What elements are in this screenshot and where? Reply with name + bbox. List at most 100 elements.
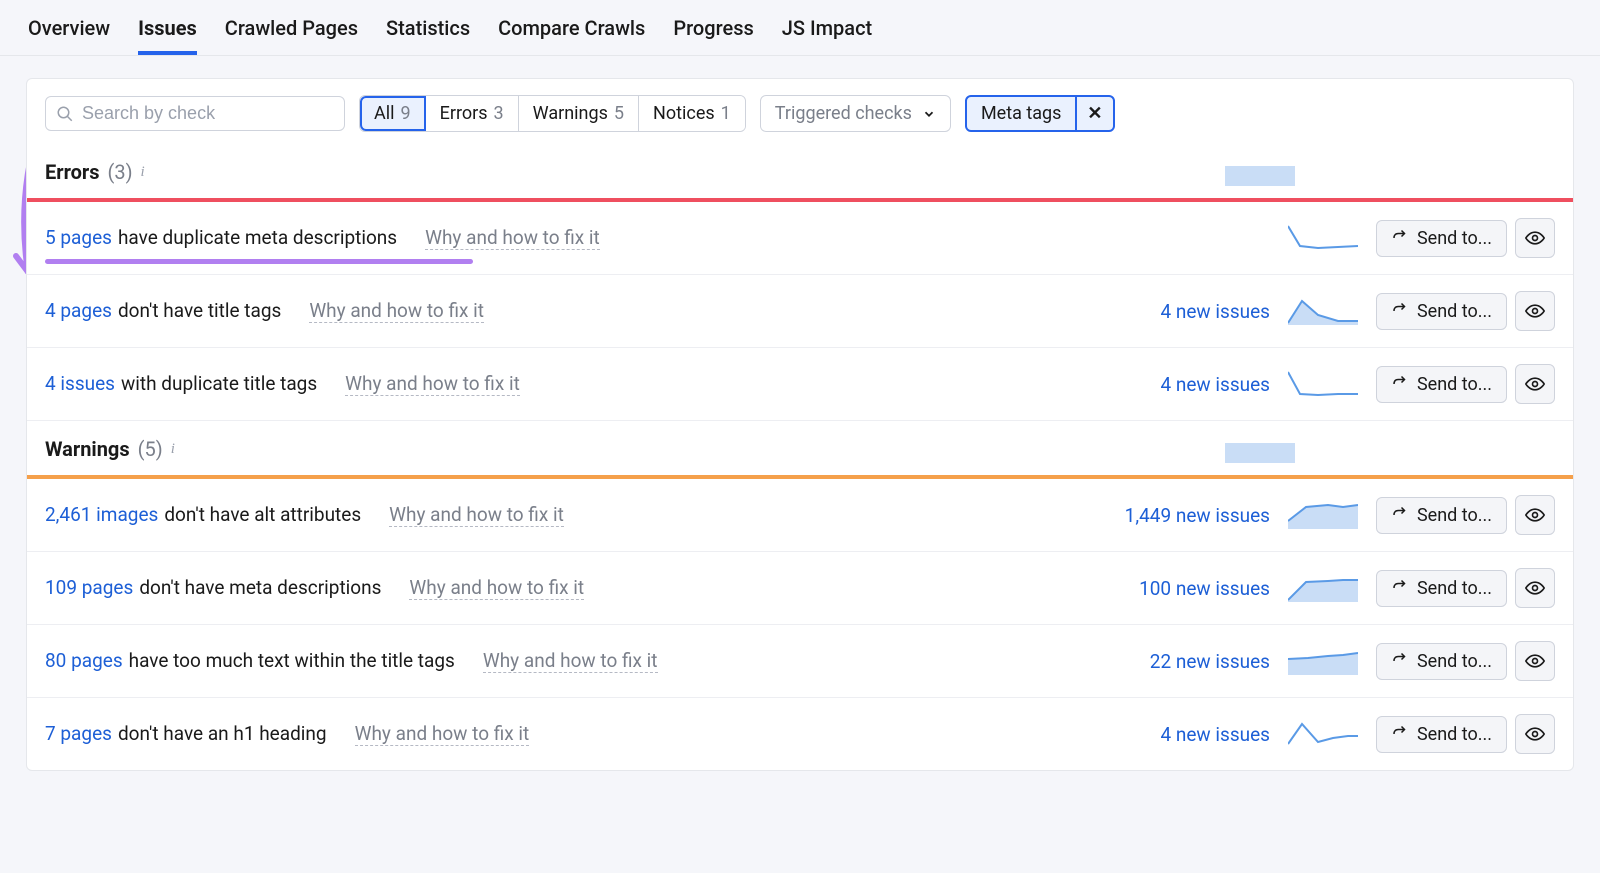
filter-all-label: All (374, 103, 395, 124)
new-issues-link[interactable]: 4 new issues (1160, 300, 1270, 323)
send-to-button[interactable]: Send to... (1376, 570, 1507, 607)
row-actions: Send to... (1376, 364, 1555, 404)
view-button[interactable] (1515, 218, 1555, 258)
fix-link[interactable]: Why and how to fix it (355, 722, 530, 746)
new-issues-link[interactable]: 100 new issues (1139, 577, 1270, 600)
send-to-button[interactable]: Send to... (1376, 293, 1507, 330)
issue-text: 80 pages have too much text within the t… (45, 649, 658, 673)
tab-compare-crawls[interactable]: Compare Crawls (498, 2, 645, 54)
row-actions: Send to... (1376, 568, 1555, 608)
issue-text: 4 issues with duplicate title tags Why a… (45, 372, 520, 396)
filter-warnings-label: Warnings (533, 103, 608, 124)
fix-link[interactable]: Why and how to fix it (425, 226, 600, 250)
send-to-label: Send to... (1417, 651, 1492, 672)
issue-row: 109 pages don't have meta descriptions W… (27, 552, 1573, 625)
tab-progress[interactable]: Progress (673, 2, 753, 54)
issue-text: 5 pages have duplicate meta descriptions… (45, 226, 600, 250)
tab-crawled-pages[interactable]: Crawled Pages (225, 2, 358, 54)
issue-text: 109 pages don't have meta descriptions W… (45, 576, 584, 600)
new-issues-link[interactable]: 1,449 new issues (1125, 504, 1270, 527)
send-to-button[interactable]: Send to... (1376, 716, 1507, 753)
filter-chip-meta-tags: Meta tags ✕ (965, 95, 1115, 132)
filter-errors[interactable]: Errors 3 (426, 96, 519, 131)
filter-warnings-count: 5 (614, 103, 624, 124)
issue-description: don't have an h1 heading (118, 722, 327, 745)
search-box[interactable] (45, 96, 345, 131)
issue-link[interactable]: 80 pages (45, 649, 123, 672)
issue-description: don't have alt attributes (164, 503, 361, 526)
send-to-button[interactable]: Send to... (1376, 497, 1507, 534)
warnings-section-header: Warnings (5) i (27, 421, 1573, 475)
issue-link[interactable]: 2,461 images (45, 503, 158, 526)
view-button[interactable] (1515, 714, 1555, 754)
info-icon[interactable]: i (141, 164, 145, 181)
filter-notices[interactable]: Notices 1 (639, 96, 745, 131)
send-to-label: Send to... (1417, 724, 1492, 745)
issue-link[interactable]: 4 pages (45, 299, 112, 322)
view-button[interactable] (1515, 495, 1555, 535)
row-actions: Send to... (1376, 291, 1555, 331)
send-to-button[interactable]: Send to... (1376, 643, 1507, 680)
filter-chip-label: Meta tags (967, 97, 1075, 130)
eye-icon (1525, 301, 1545, 321)
sparkline (1288, 501, 1358, 529)
send-icon (1391, 375, 1409, 393)
issue-row: 7 pages don't have an h1 heading Why and… (27, 698, 1573, 770)
errors-section-header: Errors (3) i (27, 144, 1573, 198)
severity-filter: All 9 Errors 3 Warnings 5 Notices 1 (359, 95, 746, 132)
sparkline (1288, 720, 1358, 748)
filter-all[interactable]: All 9 (360, 96, 426, 131)
send-icon (1391, 302, 1409, 320)
send-to-label: Send to... (1417, 578, 1492, 599)
issues-panel: All 9 Errors 3 Warnings 5 Notices 1 Trig… (26, 78, 1574, 771)
triggered-checks-dropdown[interactable]: Triggered checks (760, 95, 951, 132)
filter-all-count: 9 (401, 103, 411, 124)
issue-row: 80 pages have too much text within the t… (27, 625, 1573, 698)
filter-chip-remove[interactable]: ✕ (1075, 97, 1112, 130)
send-icon (1391, 652, 1409, 670)
eye-icon (1525, 651, 1545, 671)
fix-link[interactable]: Why and how to fix it (309, 299, 484, 323)
sparkline (1288, 647, 1358, 675)
warnings-sparkline (1225, 435, 1295, 463)
send-to-button[interactable]: Send to... (1376, 220, 1507, 257)
filter-notices-count: 1 (721, 103, 731, 124)
search-input[interactable] (82, 103, 334, 124)
send-to-button[interactable]: Send to... (1376, 366, 1507, 403)
view-button[interactable] (1515, 291, 1555, 331)
row-actions: Send to... (1376, 641, 1555, 681)
row-actions: Send to... (1376, 218, 1555, 258)
tab-statistics[interactable]: Statistics (386, 2, 470, 54)
sparkline (1288, 224, 1358, 252)
view-button[interactable] (1515, 364, 1555, 404)
filter-warnings[interactable]: Warnings 5 (519, 96, 639, 131)
fix-link[interactable]: Why and how to fix it (345, 372, 520, 396)
send-to-label: Send to... (1417, 301, 1492, 322)
fix-link[interactable]: Why and how to fix it (409, 576, 584, 600)
tab-js-impact[interactable]: JS Impact (782, 2, 872, 54)
tab-overview[interactable]: Overview (28, 2, 110, 54)
issue-link[interactable]: 109 pages (45, 576, 133, 599)
new-issues-link[interactable]: 22 new issues (1150, 650, 1270, 673)
issue-row: 2,461 images don't have alt attributes W… (27, 479, 1573, 552)
issue-link[interactable]: 4 issues (45, 372, 115, 395)
warnings-title: Warnings (45, 437, 130, 461)
new-issues-link[interactable]: 4 new issues (1160, 723, 1270, 746)
sparkline (1288, 297, 1358, 325)
send-icon (1391, 579, 1409, 597)
fix-link[interactable]: Why and how to fix it (389, 503, 564, 527)
fix-link[interactable]: Why and how to fix it (483, 649, 658, 673)
issue-link[interactable]: 7 pages (45, 722, 112, 745)
nav-tabs: Overview Issues Crawled Pages Statistics… (0, 0, 1600, 56)
tab-issues[interactable]: Issues (138, 2, 197, 54)
new-issues-link[interactable]: 4 new issues (1160, 373, 1270, 396)
errors-sparkline (1225, 158, 1295, 186)
eye-icon (1525, 228, 1545, 248)
filter-errors-label: Errors (440, 103, 488, 124)
view-button[interactable] (1515, 568, 1555, 608)
search-icon (56, 105, 74, 123)
issue-description: don't have title tags (118, 299, 281, 322)
info-icon[interactable]: i (171, 441, 175, 458)
issue-link[interactable]: 5 pages (45, 226, 112, 249)
view-button[interactable] (1515, 641, 1555, 681)
